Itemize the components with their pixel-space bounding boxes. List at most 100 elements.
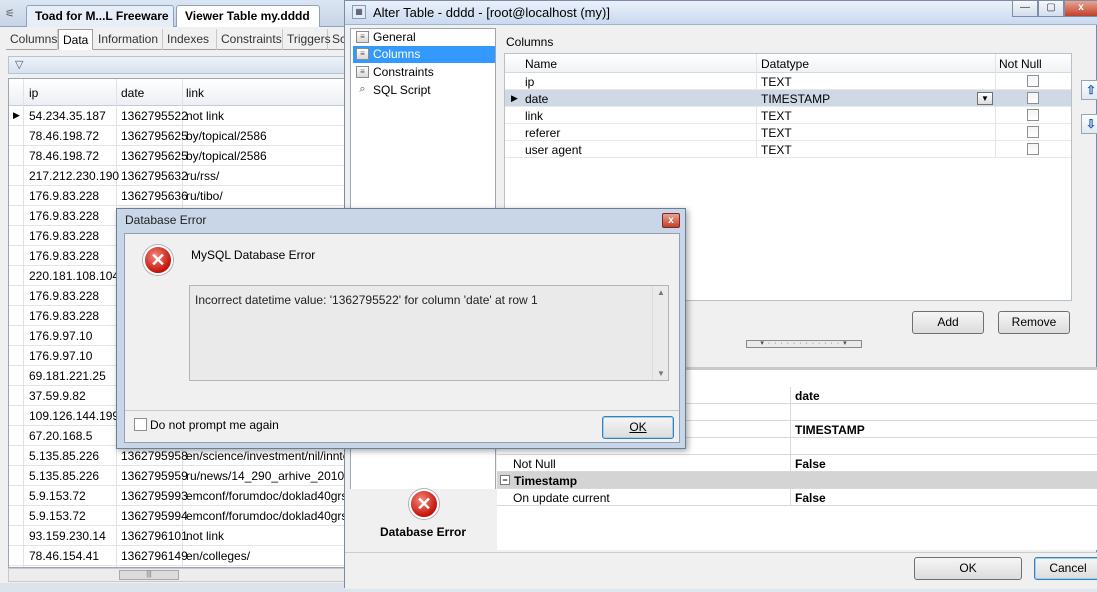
- dialog-ok-button[interactable]: OK: [602, 416, 674, 439]
- table-cell[interactable]: 176.9.83.228: [29, 229, 99, 243]
- table-row[interactable]: 78.46.198.72 1362795625 by/topical/2586: [9, 146, 349, 166]
- collapse-icon[interactable]: −: [500, 475, 510, 485]
- alter-cancel-button[interactable]: Cancel: [1034, 557, 1097, 580]
- alter-ok-button[interactable]: OK: [914, 557, 1022, 580]
- column-name-cell[interactable]: ip: [525, 75, 534, 89]
- app-menu-icon[interactable]: ⚟: [5, 7, 19, 21]
- table-cell[interactable]: 78.46.154.41: [29, 549, 99, 563]
- table-row[interactable]: 78.46.154.41 1362796149 en/colleges/: [9, 546, 349, 566]
- column-datatype-cell[interactable]: TEXT: [761, 143, 792, 157]
- add-column-button[interactable]: Add: [912, 311, 984, 334]
- horizontal-scrollbar[interactable]: |||: [8, 568, 350, 582]
- grid-header-ip[interactable]: ip: [29, 86, 38, 100]
- table-cell[interactable]: 1362795959: [121, 469, 188, 483]
- nav-item-constraints[interactable]: ≡ Constraints: [353, 64, 495, 81]
- table-cell[interactable]: 5.135.85.226: [29, 469, 99, 483]
- tab-triggers[interactable]: Triggers: [283, 29, 331, 50]
- table-row[interactable]: 78.46.198.72 1362795625 by/topical/2586: [9, 126, 349, 146]
- grid-header-date[interactable]: date: [121, 86, 144, 100]
- tab-information[interactable]: Information: [94, 29, 163, 50]
- table-cell[interactable]: 1362795993: [121, 489, 188, 503]
- minimize-button[interactable]: —: [1012, 1, 1038, 17]
- table-cell[interactable]: 5.9.153.72: [29, 509, 86, 523]
- doc-tab-viewer-table[interactable]: Viewer Table my.dddd: [176, 5, 320, 27]
- datatype-dropdown-icon[interactable]: ▼: [977, 92, 993, 105]
- table-cell[interactable]: emconf/forumdoc/doklad40grsu.d: [186, 489, 349, 503]
- header-not-null[interactable]: Not Null: [999, 57, 1042, 71]
- table-cell[interactable]: 78.46.198.72: [29, 129, 99, 143]
- table-cell[interactable]: 176.9.83.228: [29, 209, 99, 223]
- table-cell[interactable]: 1362796149: [121, 549, 188, 563]
- scroll-up-icon[interactable]: ▲: [653, 288, 669, 297]
- message-scrollbar[interactable]: ▲ ▼: [652, 286, 668, 380]
- table-cell[interactable]: 109.126.144.199: [29, 409, 119, 423]
- not-null-checkbox[interactable]: [1027, 92, 1039, 104]
- nav-item-general[interactable]: ≡ General: [353, 29, 495, 46]
- do-not-prompt-checkbox[interactable]: [134, 418, 147, 431]
- not-null-checkbox[interactable]: [1027, 126, 1039, 138]
- table-cell[interactable]: by/topical/2586: [186, 149, 267, 163]
- table-cell[interactable]: not link: [186, 529, 224, 543]
- table-cell[interactable]: not link: [186, 109, 224, 123]
- maximize-button[interactable]: ▢: [1038, 1, 1064, 17]
- column-datatype-cell[interactable]: TEXT: [761, 109, 792, 123]
- table-cell[interactable]: 176.9.83.228: [29, 289, 99, 303]
- table-row[interactable]: 5.135.85.226 1362795958 en/science/investm…: [9, 446, 349, 466]
- tab-columns[interactable]: Columns: [6, 29, 58, 50]
- table-cell[interactable]: 176.9.83.228: [29, 249, 99, 263]
- column-name-cell[interactable]: link: [525, 109, 543, 123]
- column-datatype-cell[interactable]: TIMESTAMP: [761, 92, 830, 106]
- table-cell[interactable]: 220.181.108.104: [29, 269, 119, 283]
- tab-constraints[interactable]: Constraints: [217, 29, 283, 50]
- table-cell[interactable]: 176.9.97.10: [29, 349, 92, 363]
- window-close-button[interactable]: x: [1064, 1, 1097, 17]
- tab-indexes[interactable]: Indexes: [163, 29, 217, 50]
- table-cell[interactable]: 217.212.230.190: [29, 169, 119, 183]
- table-cell[interactable]: 93.159.230.14: [29, 529, 106, 543]
- table-row[interactable]: 93.159.230.14 1362796101 not link: [9, 526, 349, 546]
- nav-item-columns[interactable]: ≡ Columns: [353, 46, 495, 63]
- column-def-row[interactable]: user agent TEXT: [505, 141, 1071, 158]
- not-null-checkbox[interactable]: [1027, 143, 1039, 155]
- not-null-checkbox[interactable]: [1027, 75, 1039, 87]
- header-datatype[interactable]: Datatype: [761, 57, 809, 71]
- table-cell[interactable]: 1362795522: [121, 109, 188, 123]
- column-datatype-cell[interactable]: TEXT: [761, 126, 792, 140]
- column-def-row[interactable]: link TEXT: [505, 107, 1071, 124]
- move-up-button[interactable]: ⇧: [1081, 80, 1097, 100]
- table-cell[interactable]: 1362795625: [121, 149, 188, 163]
- table-row[interactable]: ▶ 54.234.35.187 1362795522 not link: [9, 106, 349, 126]
- table-row[interactable]: 5.9.153.72 1362795993 emconf/forumdoc/dokl…: [9, 486, 349, 506]
- prop-category-timestamp[interactable]: − Timestamp: [497, 472, 1097, 489]
- not-null-checkbox[interactable]: [1027, 109, 1039, 121]
- table-cell[interactable]: by/topical/2586: [186, 129, 267, 143]
- column-def-row[interactable]: ip TEXT: [505, 73, 1071, 90]
- table-cell[interactable]: 1362795994: [121, 509, 188, 523]
- table-cell[interactable]: ru/news/14_290_arhive_2010-0: [186, 469, 349, 483]
- table-row[interactable]: 217.212.230.190 1362795632 ru/rss/: [9, 166, 349, 186]
- table-cell[interactable]: 1362796101: [121, 529, 188, 543]
- table-cell[interactable]: ru/rss/: [186, 169, 219, 183]
- table-cell[interactable]: 1362795636: [121, 189, 188, 203]
- column-def-row[interactable]: referer TEXT: [505, 124, 1071, 141]
- table-row[interactable]: 176.9.83.228 1362795636 ru/tibo/: [9, 186, 349, 206]
- tab-data[interactable]: Data: [58, 29, 93, 50]
- table-cell[interactable]: 1362795958: [121, 449, 188, 463]
- nav-item-sql-script[interactable]: ⌕ SQL Script: [353, 82, 495, 99]
- column-name-cell[interactable]: user agent: [525, 143, 582, 157]
- funnel-icon[interactable]: ▽: [15, 58, 23, 71]
- table-row[interactable]: 5.9.153.72 1362795994 emconf/forumdoc/dokl…: [9, 506, 349, 526]
- table-cell[interactable]: ru/tibo/: [186, 189, 223, 203]
- prop-row-not-null[interactable]: Not Null False: [497, 455, 1097, 472]
- doc-tab-toad-freeware[interactable]: Toad for M...L Freeware: [26, 5, 174, 27]
- table-cell[interactable]: 1362795632: [121, 169, 188, 183]
- scroll-down-icon[interactable]: ▼: [653, 369, 669, 378]
- column-datatype-cell[interactable]: TEXT: [761, 75, 792, 89]
- table-cell[interactable]: 78.46.198.72: [29, 149, 99, 163]
- table-cell[interactable]: 1362795625: [121, 129, 188, 143]
- table-cell[interactable]: 176.9.83.228: [29, 189, 99, 203]
- table-cell[interactable]: 176.9.97.10: [29, 329, 92, 343]
- scrollbar-thumb[interactable]: |||: [119, 570, 179, 580]
- move-down-button[interactable]: ⇩: [1081, 114, 1097, 134]
- table-cell[interactable]: en/colleges/: [186, 549, 250, 563]
